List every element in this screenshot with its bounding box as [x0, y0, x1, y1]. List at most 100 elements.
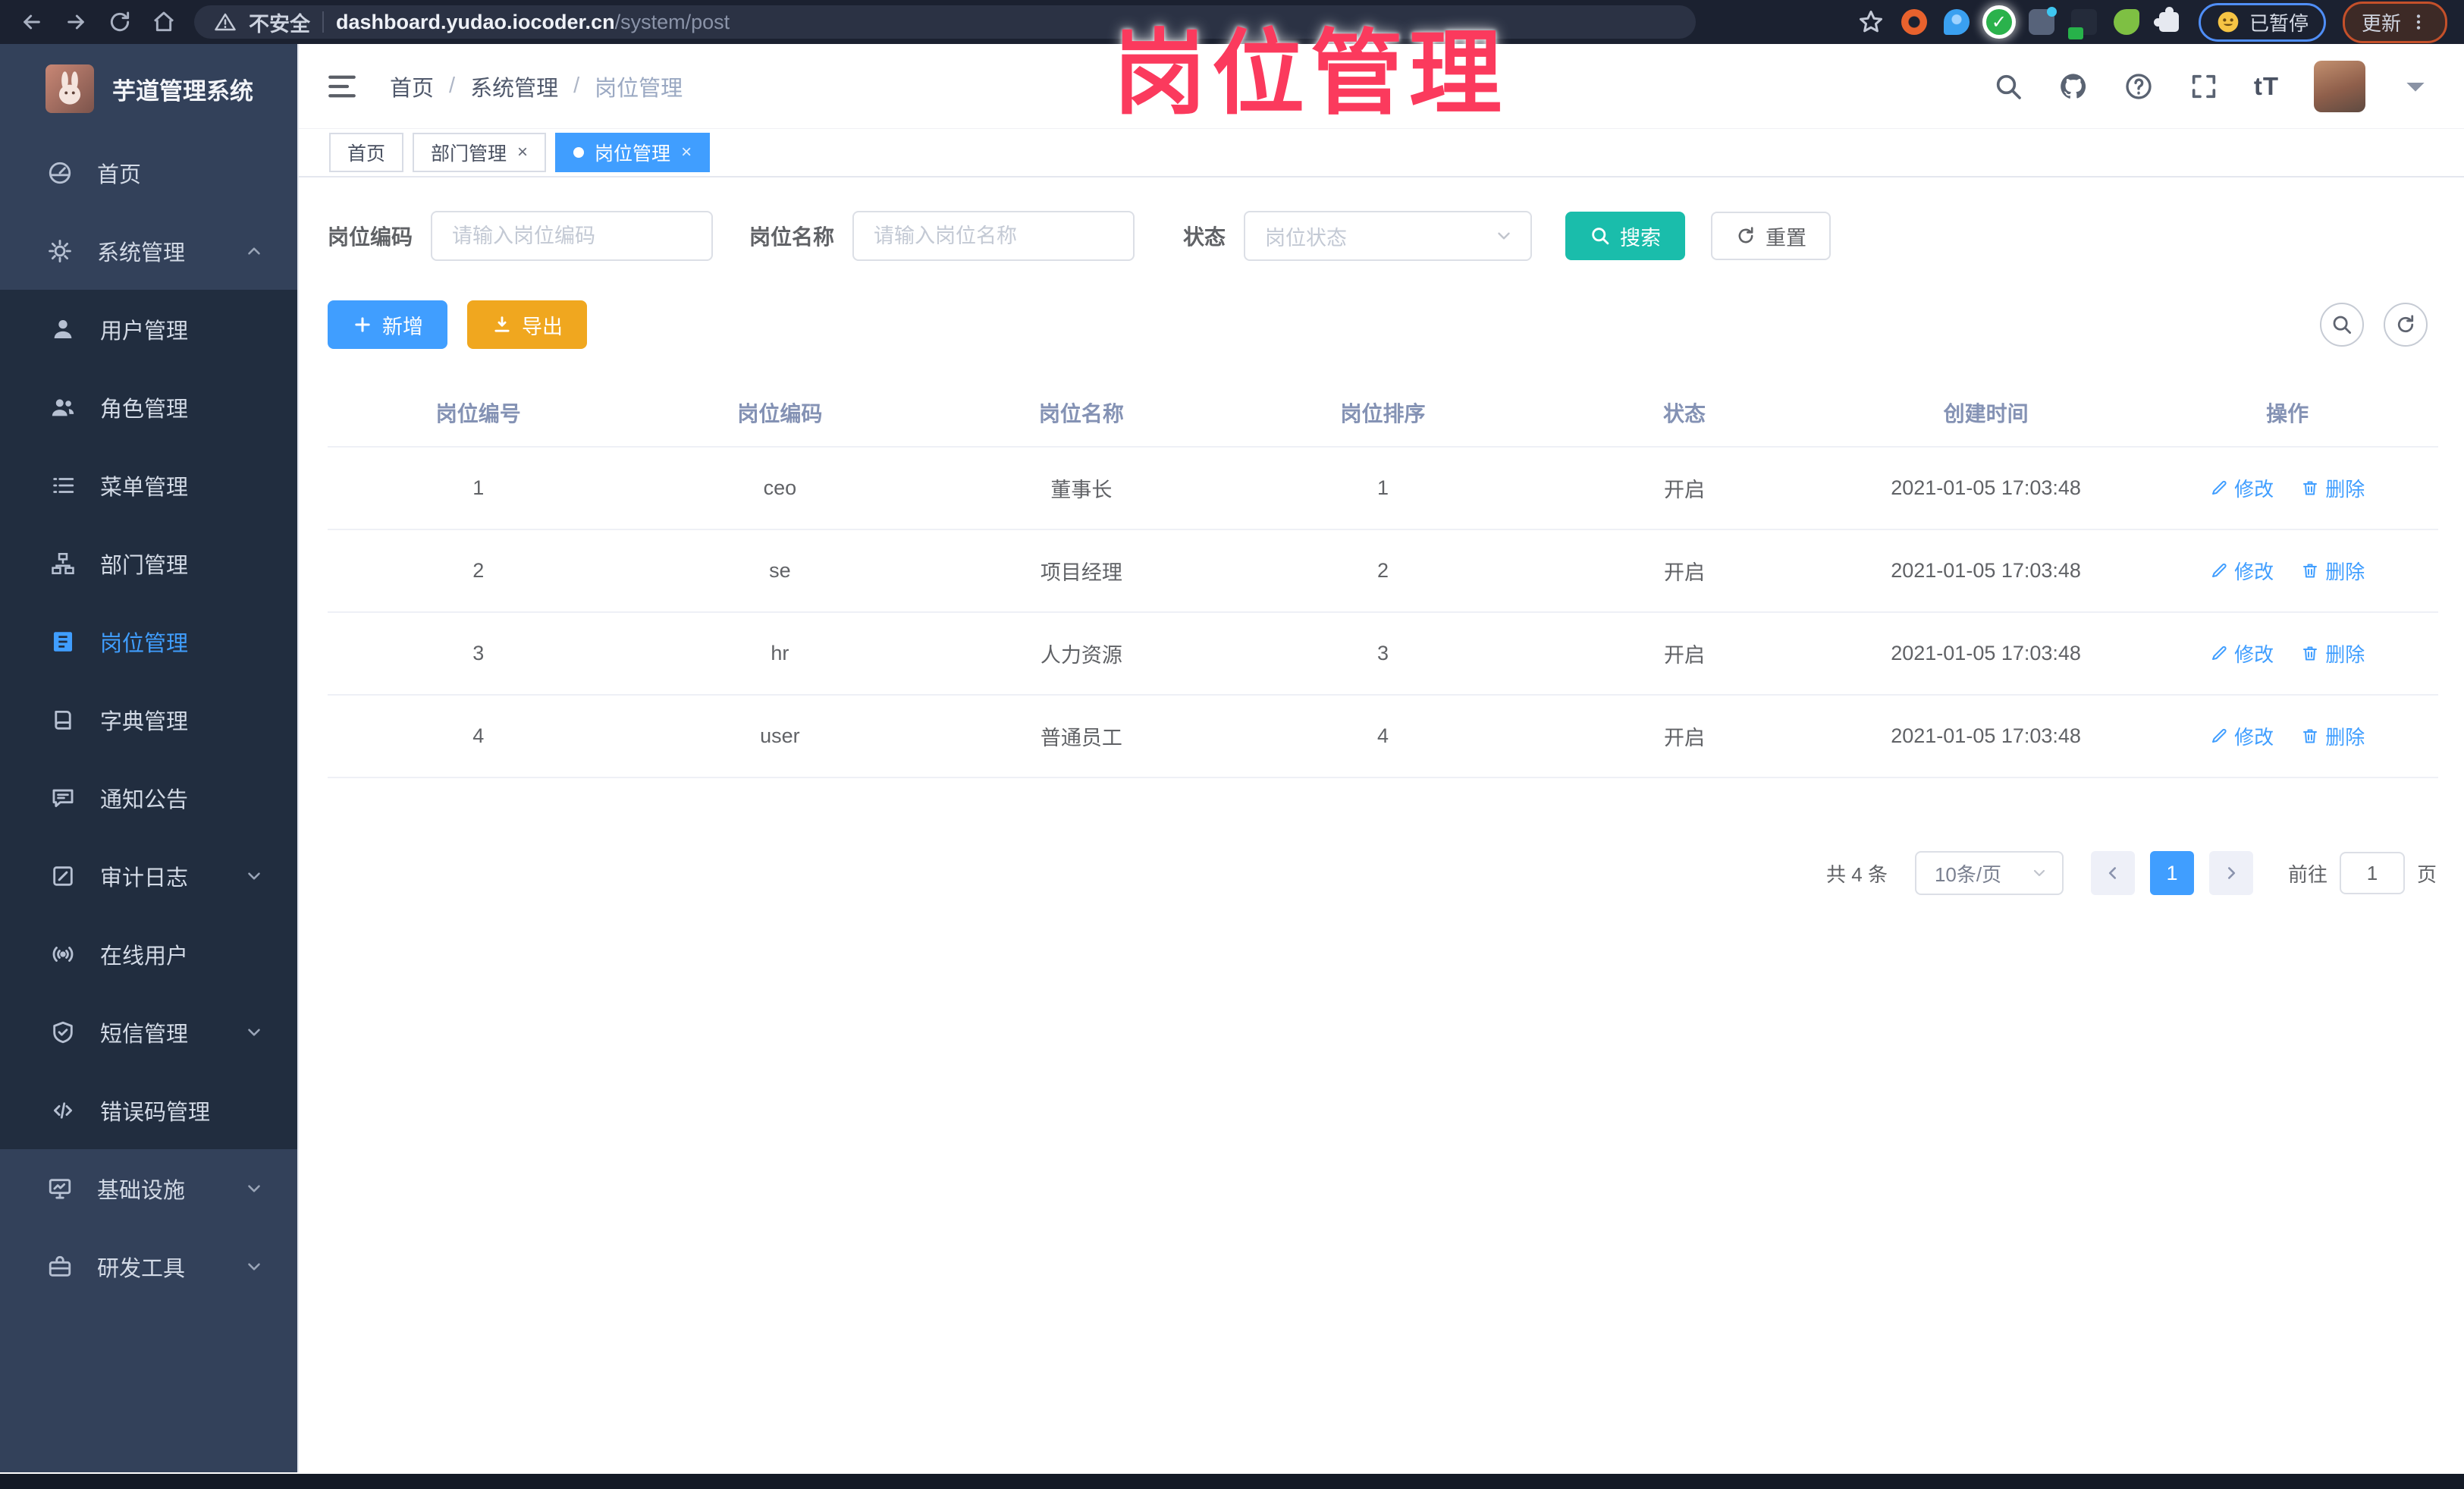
browser-back-button[interactable] [12, 5, 52, 39]
browser-forward-button[interactable] [56, 5, 96, 39]
chevron-down-icon [1494, 226, 1514, 246]
sidebar-item-9[interactable]: 审计日志 [0, 837, 297, 915]
reload-icon [108, 10, 132, 34]
sidebar-item-13[interactable]: 基础设施 [0, 1149, 297, 1227]
cell-actions: 修改 删除 [2136, 695, 2438, 778]
delete-link[interactable]: 删除 [2301, 474, 2365, 502]
search-icon [2331, 313, 2353, 336]
table-tools [2320, 303, 2428, 347]
page-1-button[interactable]: 1 [2149, 851, 2194, 895]
refresh-icon [2394, 313, 2417, 336]
prev-page-button[interactable] [2090, 851, 2135, 895]
sidebar-item-14[interactable]: 研发工具 [0, 1227, 297, 1305]
tab-1[interactable]: 部门管理 × [413, 133, 547, 172]
extension-check-icon[interactable]: ✓ [1985, 9, 2012, 35]
github-icon[interactable] [2058, 71, 2089, 102]
close-icon[interactable]: × [681, 143, 692, 162]
edit-link[interactable]: 修改 [2210, 557, 2274, 585]
post-code-input[interactable] [431, 211, 714, 261]
chevron-up-icon [244, 241, 264, 261]
paused-pill[interactable]: 已暂停 [2198, 2, 2326, 42]
cell-actions: 修改 删除 [2136, 447, 2438, 530]
cell-code: se [629, 529, 931, 613]
trash-icon [2301, 561, 2319, 580]
status-select[interactable]: 岗位状态 [1244, 211, 1533, 261]
help-icon[interactable] [2123, 71, 2154, 102]
extension-green-icon[interactable] [2113, 9, 2139, 35]
fullscreen-icon[interactable] [2189, 71, 2219, 102]
close-icon[interactable]: × [517, 143, 528, 162]
hamburger-icon[interactable] [326, 71, 358, 102]
sidebar-item-5[interactable]: 部门管理 [0, 524, 297, 602]
extension-badge-icon[interactable] [2067, 9, 2097, 39]
edit-icon [2210, 644, 2228, 662]
dict-book-icon [50, 707, 76, 733]
reset-button[interactable]: 重置 [1711, 212, 1832, 260]
goto-page-input[interactable] [2339, 852, 2405, 894]
delete-link[interactable]: 删除 [2301, 639, 2365, 668]
annotation-title: 岗位管理 [1113, 22, 1508, 125]
delete-link[interactable]: 删除 [2301, 557, 2365, 585]
url-path: /system/post [614, 10, 730, 33]
sidebar-item-11[interactable]: 短信管理 [0, 993, 297, 1071]
extension-blue-icon[interactable] [1943, 9, 1970, 35]
table-body: 1 ceo 董事长 1 开启 2021-01-05 17:03:48 修改 删除 2 se 项目经理… [328, 447, 2438, 778]
post-name-input[interactable] [852, 211, 1135, 261]
search-button[interactable]: 搜索 [1565, 212, 1686, 260]
add-button[interactable]: 新增 [328, 300, 447, 349]
edit-icon [2210, 479, 2228, 497]
omnibox-divider [322, 11, 324, 33]
font-size-icon[interactable]: tT [2254, 72, 2279, 101]
update-button[interactable]: 更新 [2342, 1, 2447, 43]
sidebar-item-8[interactable]: 通知公告 [0, 759, 297, 837]
bookmark-star-icon[interactable] [1857, 8, 1885, 36]
logo-row[interactable]: 芋道管理系统 [0, 44, 297, 134]
breadcrumb-system[interactable]: 系统管理 [470, 71, 558, 102]
cell-name: 董事长 [931, 447, 1232, 530]
cell-status: 开启 [1533, 695, 1835, 778]
page-size-select[interactable]: 10条/页 [1914, 851, 2064, 895]
export-button[interactable]: 导出 [467, 300, 587, 349]
table-row: 1 ceo 董事长 1 开启 2021-01-05 17:03:48 修改 删除 [328, 447, 2438, 530]
sidebar-item-0[interactable]: 首页 [0, 134, 297, 212]
refresh-table-button[interactable] [2384, 303, 2428, 347]
delete-link[interactable]: 删除 [2301, 722, 2365, 750]
browser-home-button[interactable] [144, 5, 184, 39]
cell-created: 2021-01-05 17:03:48 [1835, 612, 2137, 696]
user-icon [50, 316, 76, 342]
edit-link[interactable]: 修改 [2210, 474, 2274, 502]
next-page-button[interactable] [2208, 851, 2253, 895]
users-icon [50, 394, 76, 420]
cell-id: 2 [328, 529, 629, 613]
sidebar-item-6[interactable]: 岗位管理 [0, 602, 297, 680]
edit-link[interactable]: 修改 [2210, 722, 2274, 750]
extension-orange-icon[interactable] [1901, 9, 1927, 35]
paused-label: 已暂停 [2249, 11, 2309, 35]
sidebar-item-12[interactable]: 错误码管理 [0, 1071, 297, 1149]
sidebar-item-2[interactable]: 用户管理 [0, 290, 297, 368]
sidebar-item-3[interactable]: 角色管理 [0, 368, 297, 446]
sidebar-item-7[interactable]: 字典管理 [0, 680, 297, 759]
tab-0[interactable]: 首页 [329, 133, 404, 172]
cell-created: 2021-01-05 17:03:48 [1835, 529, 2137, 613]
extensions-puzzle-icon[interactable] [2153, 7, 2179, 32]
sidebar-item-4[interactable]: 菜单管理 [0, 446, 297, 524]
column-header-6: 操作 [2136, 376, 2438, 448]
tab-2[interactable]: 岗位管理 × [555, 133, 711, 172]
edit-link[interactable]: 修改 [2210, 639, 2274, 668]
kebab-menu-icon[interactable] [2409, 11, 2428, 33]
breadcrumb-home[interactable]: 首页 [390, 71, 434, 102]
security-label[interactable]: 不安全 [249, 8, 310, 37]
sidebar-item-1[interactable]: 系统管理 [0, 212, 297, 290]
toggle-search-button[interactable] [2320, 303, 2364, 347]
column-header-3: 岗位排序 [1232, 376, 1534, 448]
search-icon[interactable] [1993, 71, 2023, 102]
chevron-down-icon[interactable] [2400, 71, 2431, 102]
extension-gray-icon[interactable] [2028, 7, 2057, 35]
browser-reload-button[interactable] [100, 5, 140, 39]
avatar[interactable] [2314, 60, 2365, 112]
sidebar-item-10[interactable]: 在线用户 [0, 915, 297, 993]
table-row: 4 user 普通员工 4 开启 2021-01-05 17:03:48 修改 删除 [328, 695, 2438, 778]
chevron-down-icon [2030, 864, 2048, 882]
cell-name: 普通员工 [931, 695, 1232, 778]
